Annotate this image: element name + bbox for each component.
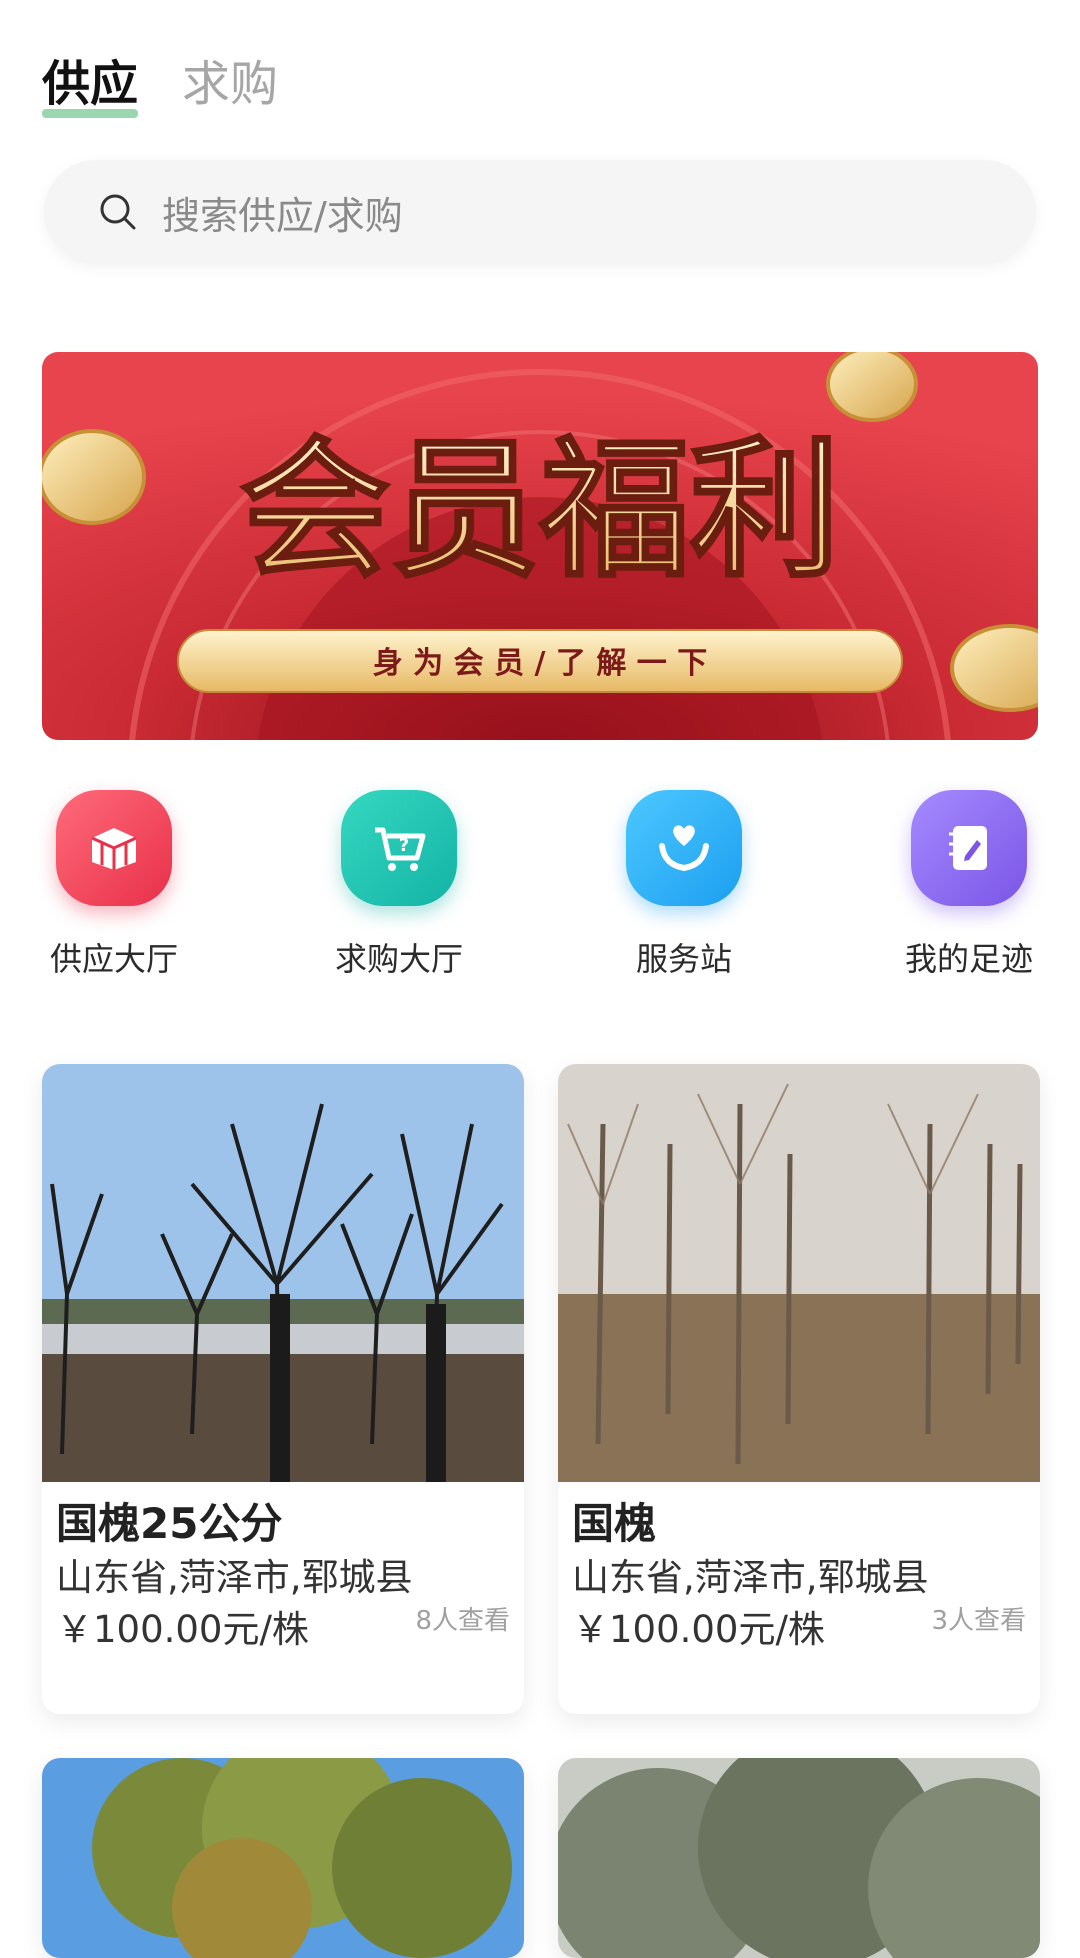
cart-question-icon: ? [341, 790, 457, 906]
listing-location: 山东省,菏泽市,郓城县 [572, 1556, 929, 1599]
tab-supply[interactable]: 供应 [42, 52, 139, 118]
listing-title: 国槐 [572, 1499, 657, 1548]
listing-photo [558, 1758, 1040, 1958]
listing-location: 山东省,菏泽市,郓城县 [56, 1556, 413, 1599]
listing-info: 国槐 山东省,菏泽市,郓城县 ￥100.00元/株 3人查看 [558, 1482, 1040, 1656]
listing-card[interactable]: 国槐25公分 山东省,菏泽市,郓城县 ￥100.00元/株 8人查看 [42, 1064, 524, 1714]
tab-demand-label: 求购 [182, 56, 279, 112]
search-input[interactable]: 搜索供应/求购 [162, 185, 403, 240]
listing-photo [558, 1064, 1040, 1482]
tab-supply-label: 供应 [42, 56, 139, 112]
listing-photo [42, 1064, 524, 1482]
listing-card[interactable] [42, 1758, 524, 1958]
search-bar[interactable]: 搜索供应/求购 [44, 160, 1036, 264]
listing-views: 8人查看 [415, 1606, 510, 1636]
svg-text:?: ? [399, 835, 409, 856]
quick-links: 供应大厅 ? 求购大厅 服务站 我的足迹 [0, 790, 1080, 990]
quick-link-demand-hall[interactable]: ? 求购大厅 [299, 790, 499, 980]
quick-link-my-footprints[interactable]: 我的足迹 [869, 790, 1069, 980]
top-tabs: 供应 求购 [42, 52, 278, 118]
quick-link-label: 我的足迹 [904, 940, 1033, 978]
banner-title: 会员福利 [240, 424, 840, 598]
supply-hall-icon [56, 790, 172, 906]
listing-title: 国槐25公分 [56, 1499, 283, 1548]
quick-link-label: 服务站 [635, 940, 732, 978]
quick-link-label: 求购大厅 [334, 940, 463, 978]
listing-photo [42, 1758, 524, 1958]
quick-link-service-station[interactable]: 服务站 [584, 790, 784, 980]
member-benefits-banner[interactable]: 会员福利 身 为 会 员 / 了 解 一 下 [42, 352, 1038, 740]
banner-subtitle: 身 为 会 员 / 了 解 一 下 [373, 646, 708, 681]
notebook-pen-icon [911, 790, 1027, 906]
quick-link-supply-hall[interactable]: 供应大厅 [14, 790, 214, 980]
search-icon [100, 194, 136, 230]
listing-info: 国槐25公分 山东省,菏泽市,郓城县 ￥100.00元/株 8人查看 [42, 1482, 524, 1656]
tab-demand[interactable]: 求购 [182, 52, 278, 116]
listing-card[interactable] [558, 1758, 1040, 1958]
heart-hands-icon [626, 790, 742, 906]
quick-link-label: 供应大厅 [49, 940, 178, 978]
listing-card[interactable]: 国槐 山东省,菏泽市,郓城县 ￥100.00元/株 3人查看 [558, 1064, 1040, 1714]
listing-views: 3人查看 [931, 1606, 1026, 1636]
